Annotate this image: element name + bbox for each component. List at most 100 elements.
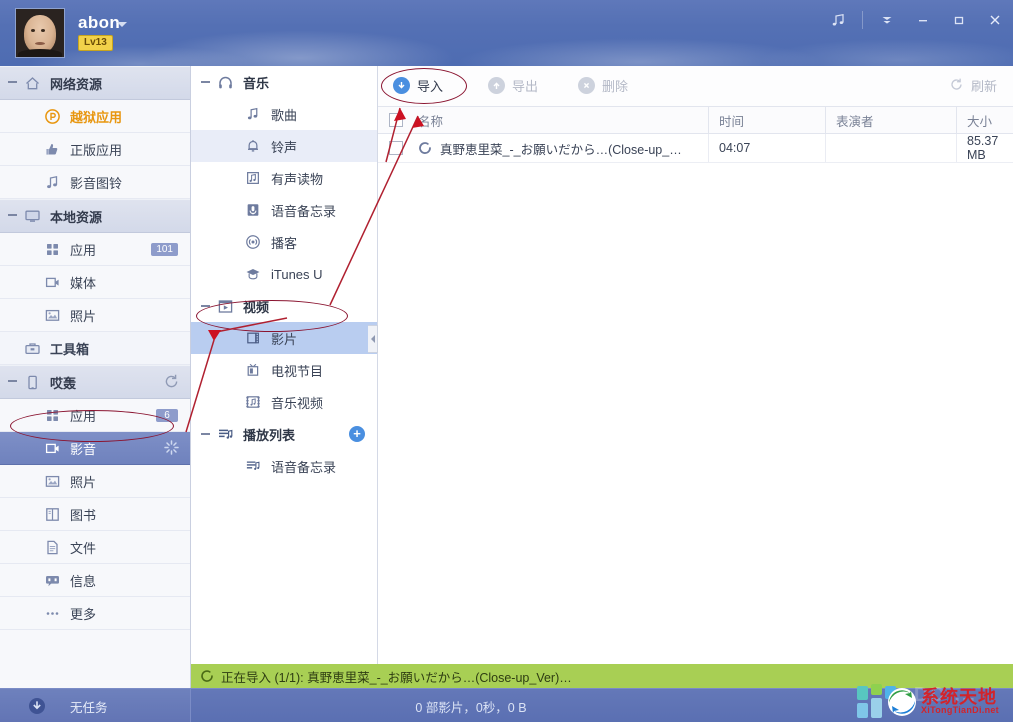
- sidebar-item-photos-local[interactable]: 照片: [0, 299, 190, 332]
- task-area[interactable]: 无任务: [0, 689, 191, 722]
- sidebar-item-media-ringtone[interactable]: 影音图铃: [0, 166, 190, 199]
- collapse-icon[interactable]: [8, 214, 17, 216]
- column-header-size[interactable]: 大小: [956, 107, 1013, 133]
- category-item-tv-shows[interactable]: 电视节目: [191, 354, 377, 386]
- sidebar-item-apps-local[interactable]: 应用 101: [0, 233, 190, 266]
- sidebar-item-toolbox[interactable]: 工具箱: [0, 332, 190, 365]
- category-item-voice-memos[interactable]: 语音备忘录: [191, 194, 377, 226]
- export-button[interactable]: 导出: [488, 76, 538, 95]
- category-item-songs[interactable]: 歌曲: [191, 98, 377, 130]
- import-button[interactable]: 导入: [393, 76, 443, 95]
- collapse-icon[interactable]: [201, 305, 210, 307]
- sidebar-item-official-apps[interactable]: 正版应用: [0, 133, 190, 166]
- category-item-audiobooks[interactable]: 有声读物: [191, 162, 377, 194]
- maximize-icon[interactable]: [941, 1, 977, 39]
- sidebar-item-device-more[interactable]: 更多: [0, 597, 190, 630]
- sidebar-item-label: 信息: [70, 571, 190, 590]
- graduation-icon: [243, 264, 263, 284]
- video-icon: [42, 438, 62, 458]
- music-note-icon: [42, 172, 62, 192]
- sidebar-item-device-files[interactable]: 文件: [0, 531, 190, 564]
- book-icon: [42, 504, 62, 524]
- sidebar-item-badge: 6: [156, 409, 178, 422]
- refresh-icon[interactable]: [163, 373, 180, 390]
- collapse-icon[interactable]: [201, 433, 210, 435]
- minimize-icon[interactable]: [905, 1, 941, 39]
- audiobook-icon: [243, 168, 263, 188]
- category-item-label: 歌曲: [271, 105, 297, 124]
- sidebar-group-device[interactable]: 哎轰: [0, 365, 190, 399]
- sidebar-group-local[interactable]: 本地资源: [0, 199, 190, 233]
- loading-spinner-icon: [163, 439, 180, 456]
- category-item-podcasts[interactable]: 播客: [191, 226, 377, 258]
- category-group-video[interactable]: 视频: [191, 290, 377, 322]
- column-header-artist[interactable]: 表演者: [825, 107, 956, 133]
- sidebar-item-device-apps[interactable]: 应用 6: [0, 399, 190, 432]
- phone-icon: [22, 372, 42, 392]
- collapse-icon[interactable]: [201, 81, 210, 83]
- chevron-down-icon[interactable]: [117, 22, 127, 27]
- collapse-icon[interactable]: [8, 380, 17, 382]
- column-header-time[interactable]: 时间: [708, 107, 825, 133]
- collapse-icon[interactable]: [8, 81, 17, 83]
- monitor-icon: [22, 206, 42, 226]
- progress-text: 正在导入 (1/1): 真野恵里菜_-_お願いだから…(Close-up_Ver…: [221, 667, 572, 686]
- category-item-label: 音乐视频: [271, 393, 323, 412]
- sidebar-item-label: 媒体: [70, 273, 190, 292]
- cell-name: 真野恵里菜_-_お願いだから…(Close-up_…: [414, 139, 708, 158]
- panel-collapse-handle[interactable]: [368, 325, 378, 353]
- table-header: 名称 时间 表演者 大小: [378, 107, 1013, 134]
- ellipsis-icon: [42, 603, 62, 623]
- username-label[interactable]: abon: [78, 13, 120, 33]
- category-item-label: 铃声: [271, 137, 297, 156]
- category-group-label: 视频: [243, 297, 269, 316]
- table-row[interactable]: 真野恵里菜_-_お願いだから…(Close-up_… 04:07 85.37 M…: [378, 134, 1013, 163]
- sidebar-item-device-books[interactable]: 图书: [0, 498, 190, 531]
- avatar[interactable]: [15, 8, 65, 58]
- sidebar-item-label: 文件: [70, 538, 190, 557]
- close-icon[interactable]: [977, 1, 1013, 39]
- sidebar-item-media[interactable]: 媒体: [0, 266, 190, 299]
- category-item-label: 影片: [271, 329, 297, 348]
- refresh-button[interactable]: 刷新: [949, 76, 997, 95]
- cell-size: 85.37 MB: [956, 134, 1013, 162]
- sidebar-item-label: 照片: [70, 472, 190, 491]
- sidebar-item-device-messages[interactable]: 信息: [0, 564, 190, 597]
- category-group-music[interactable]: 音乐: [191, 66, 377, 98]
- content-toolbar: 导入 导出 删除 刷新: [378, 66, 1013, 107]
- music-note-icon[interactable]: [820, 1, 856, 39]
- sidebar-item-label: 照片: [70, 306, 190, 325]
- window-controls: [820, 0, 1013, 40]
- music-video-icon: [243, 392, 263, 412]
- watermark-leaf-icon: [885, 686, 919, 718]
- chevron-down-icon[interactable]: [869, 1, 905, 39]
- category-item-movies[interactable]: 影片: [191, 322, 377, 354]
- row-checkbox[interactable]: [378, 141, 414, 155]
- cell-artist: [825, 134, 956, 162]
- category-group-label: 音乐: [243, 73, 269, 92]
- category-item-playlist-voice-memos[interactable]: 语音备忘录: [191, 450, 377, 482]
- sidebar-item-jailbreak-apps[interactable]: 越狱应用: [0, 100, 190, 133]
- category-item-ringtones[interactable]: 铃声: [191, 130, 377, 162]
- cell-time: 04:07: [708, 134, 825, 162]
- sidebar-item-device-media[interactable]: 影音: [0, 432, 190, 465]
- playlist-icon: [215, 424, 235, 444]
- task-label: 无任务: [70, 697, 108, 716]
- row-name-text: 真野恵里菜_-_お願いだから…(Close-up_…: [440, 139, 682, 158]
- category-item-itunes-u[interactable]: iTunes U: [191, 258, 377, 290]
- column-header-name[interactable]: 名称: [414, 111, 708, 130]
- select-all-checkbox[interactable]: [378, 113, 414, 127]
- sidebar: 网络资源 越狱应用 正版应用 影音图铃 本地资源: [0, 66, 191, 688]
- title-bar: abon Lv13: [0, 0, 1013, 66]
- delete-button[interactable]: 删除: [578, 76, 628, 95]
- sidebar-group-network[interactable]: 网络资源: [0, 66, 190, 100]
- headphone-icon: [215, 72, 235, 92]
- category-item-music-videos[interactable]: 音乐视频: [191, 386, 377, 418]
- sidebar-item-device-photos[interactable]: 照片: [0, 465, 190, 498]
- delete-icon: [578, 77, 595, 94]
- sidebar-item-label: 影音图铃: [70, 173, 190, 192]
- grid-icon: [42, 239, 62, 259]
- category-group-playlists[interactable]: 播放列表 +: [191, 418, 377, 450]
- plus-icon[interactable]: +: [349, 426, 365, 442]
- sidebar-item-label: 正版应用: [70, 140, 190, 159]
